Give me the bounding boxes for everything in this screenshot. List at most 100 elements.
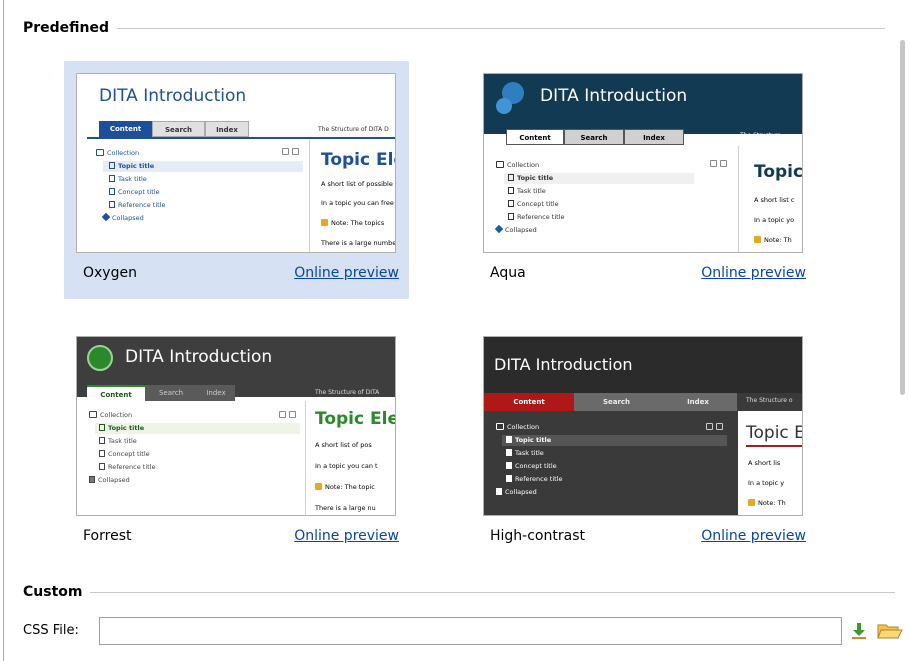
skin-card-oxygen[interactable]: DITA Introduction Content Search Index T… xyxy=(64,61,409,299)
predefined-group-header: Predefined xyxy=(23,20,886,36)
group-divider xyxy=(90,591,896,593)
thumb-structure-text: The Structure of DITA D xyxy=(318,126,389,133)
expand-icon xyxy=(279,411,286,418)
thumb-tree-item: Task title xyxy=(506,449,544,457)
thumb-structure-text: The Structure o xyxy=(746,397,793,404)
expand-icon xyxy=(706,423,713,430)
thumb-tree-item: Collapsed xyxy=(89,476,130,484)
css-file-input[interactable] xyxy=(99,617,842,645)
thumb-tree-item: Reference title xyxy=(109,201,166,209)
online-preview-link[interactable]: Online preview xyxy=(294,265,399,281)
thumb-paragraph: A short list of possible xyxy=(321,180,393,188)
topic-icon xyxy=(506,436,512,443)
thumb-note: Note: Th xyxy=(748,499,786,507)
thumb-note: Note: The topic xyxy=(315,483,375,491)
thumb-tabs: Content Search Index xyxy=(87,385,235,401)
skin-name: Aqua xyxy=(490,265,526,281)
window-border xyxy=(3,0,4,661)
expand-icon xyxy=(710,160,717,167)
online-preview-link[interactable]: Online preview xyxy=(701,265,806,281)
custom-title: Custom xyxy=(23,584,83,600)
collapsed-icon xyxy=(89,476,95,483)
online-preview-link[interactable]: Online preview xyxy=(294,528,399,544)
skin-card-high-contrast[interactable]: DITA Introduction Content Search Index T… xyxy=(471,324,816,562)
thumb-tree-item: Collection xyxy=(96,149,139,157)
thumb-title: DITA Introduction xyxy=(494,355,633,374)
thumb-tab-search: Search xyxy=(145,385,197,401)
thumb-tree-item: Concept title xyxy=(506,462,557,470)
topic-icon xyxy=(508,187,514,194)
book-icon xyxy=(496,423,504,430)
thumb-title: DITA Introduction xyxy=(540,86,688,106)
thumb-tree-item: Task title xyxy=(109,175,147,183)
thumb-tree-item: Collapsed xyxy=(494,224,537,234)
css-file-label: CSS File: xyxy=(23,623,79,638)
topic-icon xyxy=(508,200,514,207)
thumb-paragraph: A short lis xyxy=(748,459,781,467)
skin-thumbnail-aqua: DITA Introduction Content Search Index T… xyxy=(483,73,803,253)
skin-thumbnail-forrest: DITA Introduction Content Search Index T… xyxy=(76,336,396,516)
thumb-rule xyxy=(87,137,395,139)
thumb-title: DITA Introduction xyxy=(99,86,247,106)
thumb-tab-search: Search xyxy=(574,393,659,411)
thumb-paragraph: In a topic yo xyxy=(754,216,795,224)
scrollbar-thumb[interactable] xyxy=(900,40,905,395)
globe-icon xyxy=(87,345,113,371)
topic-icon xyxy=(109,188,115,195)
collapsed-icon xyxy=(496,488,502,495)
skin-card-aqua[interactable]: DITA Introduction Content Search Index T… xyxy=(471,61,816,299)
thumb-paragraph: A short list of pos xyxy=(315,441,372,449)
thumb-tree-item: Task title xyxy=(99,437,137,445)
vertical-scrollbar[interactable] xyxy=(895,40,909,580)
thumb-topic-underline xyxy=(746,445,802,447)
topic-icon xyxy=(109,175,115,182)
group-divider xyxy=(117,27,886,29)
book-icon xyxy=(89,411,97,418)
topic-icon xyxy=(506,449,512,456)
thumb-tree-item: Collapsed xyxy=(496,488,537,496)
thumb-topic-title: Topic Ele xyxy=(315,409,396,429)
thumb-paragraph: In a topic you can t xyxy=(315,462,378,470)
topic-icon xyxy=(99,437,105,444)
note-icon xyxy=(748,499,755,506)
thumb-tab-index: Index xyxy=(624,129,684,145)
thumb-tree-item: Topic title xyxy=(99,424,144,432)
skin-card-forrest[interactable]: DITA Introduction Content Search Index T… xyxy=(64,324,409,562)
thumb-tab-content: Content xyxy=(506,129,564,145)
thumb-title: DITA Introduction xyxy=(125,347,273,367)
skin-thumbnail-oxygen: DITA Introduction Content Search Index T… xyxy=(76,73,396,253)
custom-group-header: Custom xyxy=(23,584,896,600)
online-preview-link[interactable]: Online preview xyxy=(701,528,806,544)
note-icon xyxy=(754,236,761,243)
thumb-note: Note: Th xyxy=(754,236,792,244)
topic-icon xyxy=(506,462,512,469)
thumb-paragraph: There is a large nu xyxy=(315,504,376,512)
thumb-tab-index: Index xyxy=(659,393,737,411)
thumb-tree-item: Topic title xyxy=(506,436,551,444)
thumb-tree-item: Reference title xyxy=(508,213,565,221)
thumb-tabs: Content Search Index xyxy=(484,393,737,411)
topic-icon xyxy=(508,213,514,220)
thumb-topic-title: Topic xyxy=(754,162,803,182)
folder-open-icon[interactable] xyxy=(876,620,904,642)
thumb-paragraph: In a topic you can free xyxy=(321,199,394,207)
note-icon xyxy=(315,483,322,490)
skin-name: Forrest xyxy=(83,528,132,544)
topic-icon xyxy=(99,424,105,431)
thumb-tree-item: Task title xyxy=(508,187,546,195)
thumb-paragraph: There is a large numbe xyxy=(321,239,396,247)
thumb-tree-item: Collapsed xyxy=(101,212,144,222)
download-icon[interactable] xyxy=(848,620,870,642)
thumb-tree-item: Concept title xyxy=(99,450,150,458)
thumb-tree-item: Concept title xyxy=(508,200,559,208)
collapse-icon xyxy=(289,411,296,418)
collapse-icon xyxy=(720,160,727,167)
logo-icon xyxy=(496,98,512,114)
thumb-tab-search: Search xyxy=(152,121,205,137)
predefined-title: Predefined xyxy=(23,20,110,36)
thumb-pane-divider xyxy=(309,140,310,252)
thumb-tree-item: Collection xyxy=(496,423,539,431)
topic-icon xyxy=(506,475,512,482)
thumb-tree-item: Reference title xyxy=(99,463,156,471)
collapsed-icon xyxy=(494,224,504,234)
